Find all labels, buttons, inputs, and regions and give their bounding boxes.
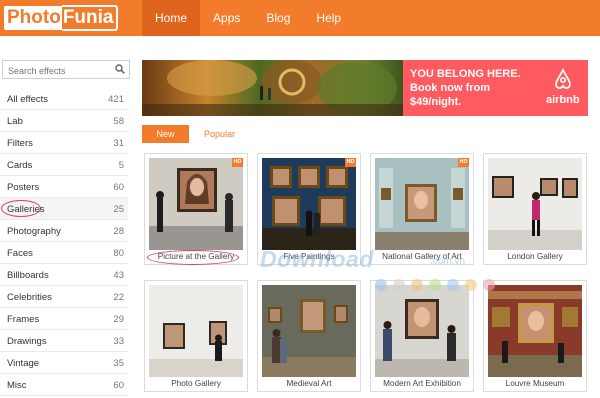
- ad-headline: YOU BELONG HERE.: [410, 68, 521, 80]
- logo-photo-text: Photo: [4, 6, 63, 30]
- category-count: 31: [113, 138, 124, 149]
- effect-title: Louvre Museum: [505, 379, 565, 388]
- category-list: All effects 421 Lab 58 Filters 31 Cards 5 Po…: [0, 88, 128, 396]
- highlight-ring: [147, 250, 239, 265]
- category-lab[interactable]: Lab 58: [0, 110, 128, 132]
- effect-title: Medieval Art: [286, 379, 332, 388]
- tab-popular[interactable]: Popular: [204, 125, 235, 143]
- effect-thumbnail: HD: [149, 158, 243, 250]
- category-label: Cards: [7, 160, 33, 171]
- effect-card-london-gallery[interactable]: London Gallery: [483, 153, 587, 265]
- search-input[interactable]: [3, 62, 111, 80]
- effect-card-national-gallery-of-art[interactable]: HD National Gallery of Art: [370, 153, 474, 265]
- effect-thumbnail: [375, 285, 469, 377]
- ad-airbnb-panel: YOU BELONG HERE. Book now from $49/night…: [403, 60, 588, 116]
- category-label: Misc: [7, 380, 27, 391]
- category-celebrities[interactable]: Celebrities 22: [0, 286, 128, 308]
- top-bar: Photo Funia Home Apps Blog Help: [0, 0, 600, 36]
- category-frames[interactable]: Frames 29: [0, 308, 128, 330]
- category-count: 22: [113, 292, 124, 303]
- category-label: Posters: [7, 182, 40, 193]
- category-faces[interactable]: Faces 80: [0, 242, 128, 264]
- category-count: 29: [113, 314, 124, 325]
- ad-price: $49/night.: [410, 96, 462, 108]
- ad-photo: [142, 60, 403, 116]
- effect-card-picture-at-the-gallery[interactable]: HD Picture at the Gallery: [144, 153, 248, 265]
- category-count: 33: [113, 336, 124, 347]
- hd-badge: HD: [345, 158, 356, 167]
- category-count: 43: [113, 270, 124, 281]
- category-label: Lab: [7, 116, 23, 127]
- nav-help[interactable]: Help: [303, 0, 354, 36]
- category-drawings[interactable]: Drawings 33: [0, 330, 128, 352]
- photofunia-logo[interactable]: Photo Funia: [4, 5, 118, 31]
- category-count: 60: [113, 380, 124, 391]
- watermark-dots: [375, 279, 495, 291]
- effect-title: Photo Gallery: [171, 379, 221, 388]
- category-label: Faces: [7, 248, 33, 259]
- effect-thumbnail: [149, 285, 243, 377]
- airbnb-wordmark: airbnb: [546, 94, 580, 106]
- logo-funia-text: Funia: [61, 5, 118, 31]
- effect-card-medieval-art[interactable]: Medieval Art: [257, 280, 361, 392]
- ad-line: Book now from: [410, 82, 491, 94]
- effect-thumbnail: HD: [262, 158, 356, 250]
- tab-new[interactable]: New: [142, 125, 189, 143]
- nav-blog[interactable]: Blog: [253, 0, 303, 36]
- nav-apps[interactable]: Apps: [200, 0, 253, 36]
- category-filters[interactable]: Filters 31: [0, 132, 128, 154]
- effect-title: London Gallery: [507, 252, 563, 261]
- category-label: Photography: [7, 226, 61, 237]
- search-box: [2, 60, 130, 80]
- category-posters[interactable]: Posters 60: [0, 176, 128, 198]
- category-count: 28: [113, 226, 124, 237]
- effect-card-louvre-museum[interactable]: Louvre Museum: [483, 280, 587, 392]
- effect-card-modern-art-exhibition[interactable]: Modern Art Exhibition: [370, 280, 474, 392]
- category-count: 25: [113, 204, 124, 215]
- category-all-effects[interactable]: All effects 421: [0, 88, 128, 110]
- search-icon[interactable]: [115, 64, 125, 74]
- category-count: 60: [113, 182, 124, 193]
- category-label: Celebrities: [7, 292, 52, 303]
- effect-card-photo-gallery[interactable]: Photo Gallery: [144, 280, 248, 392]
- category-label: Galleries: [7, 204, 45, 215]
- category-count: 58: [113, 116, 124, 127]
- category-vintage[interactable]: Vintage 35: [0, 352, 128, 374]
- category-count: 80: [113, 248, 124, 259]
- category-count: 5: [118, 160, 124, 171]
- hd-badge: HD: [232, 158, 243, 167]
- effect-title: Modern Art Exhibition: [383, 379, 461, 388]
- category-misc[interactable]: Misc 60: [0, 374, 128, 396]
- category-label: All effects: [7, 94, 49, 105]
- watermark-domain: .com.vn: [430, 256, 466, 267]
- category-label: Billboards: [7, 270, 49, 281]
- effect-thumbnail: [488, 158, 582, 250]
- category-label: Vintage: [7, 358, 40, 369]
- airbnb-logo-icon: [555, 68, 571, 89]
- hd-badge: HD: [458, 158, 469, 167]
- ad-copy: YOU BELONG HERE. Book now from $49/night…: [410, 67, 521, 109]
- category-photography[interactable]: Photography 28: [0, 220, 128, 242]
- category-count: 35: [113, 358, 124, 369]
- category-billboards[interactable]: Billboards 43: [0, 264, 128, 286]
- download-watermark: Download: [260, 246, 374, 272]
- category-label: Frames: [7, 314, 40, 325]
- category-cards[interactable]: Cards 5: [0, 154, 128, 176]
- nav-home[interactable]: Home: [142, 0, 201, 36]
- main-nav: Home Apps Blog Help: [142, 0, 354, 36]
- category-label: Filters: [7, 138, 33, 149]
- effect-thumbnail: [488, 285, 582, 377]
- category-label: Drawings: [7, 336, 47, 347]
- effect-thumbnail: HD: [375, 158, 469, 250]
- category-count: 421: [108, 94, 124, 105]
- category-galleries[interactable]: Galleries 25: [0, 198, 128, 220]
- effect-thumbnail: [262, 285, 356, 377]
- ad-banner[interactable]: YOU BELONG HERE. Book now from $49/night…: [142, 60, 588, 116]
